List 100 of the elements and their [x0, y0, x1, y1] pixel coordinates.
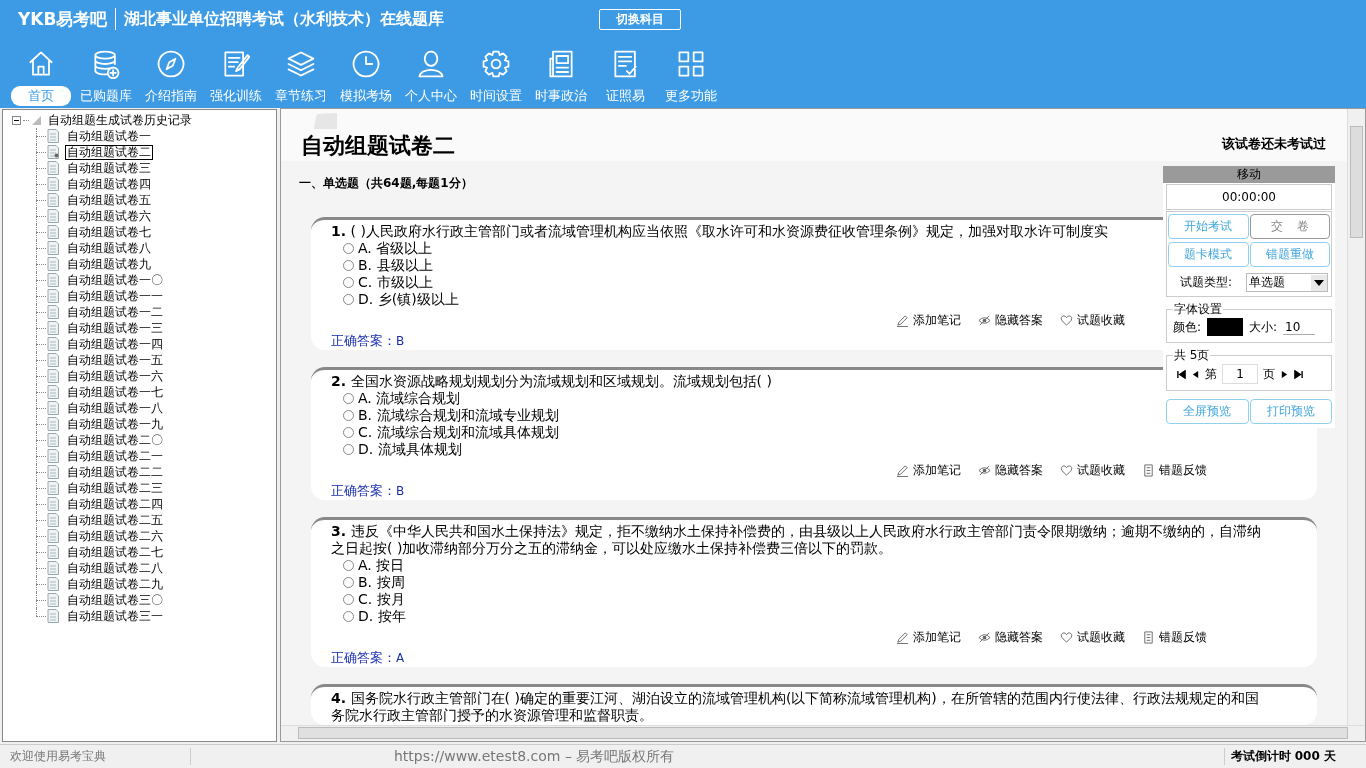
question-action-link[interactable]: 隐藏答案	[978, 462, 1043, 479]
tree-item[interactable]: 自动组题试卷九	[65, 256, 153, 272]
first-page-icon[interactable]	[1177, 369, 1186, 379]
tree-item[interactable]: 自动组题试卷二六	[65, 528, 165, 544]
document-icon	[47, 225, 59, 239]
document-icon	[47, 577, 59, 591]
radio-button[interactable]	[343, 444, 354, 455]
answer-option[interactable]: C. 流域综合规划和流域具体规划	[343, 424, 559, 441]
tree-item[interactable]: 自动组题试卷二	[65, 144, 153, 160]
question-action-link[interactable]: 隐藏答案	[978, 629, 1043, 646]
tree-item[interactable]: 自动组题试卷二四	[65, 496, 165, 512]
radio-button[interactable]	[343, 611, 354, 622]
correct-answer: A	[396, 651, 405, 665]
tree-item[interactable]: 自动组题试卷二三	[65, 480, 165, 496]
tree-item[interactable]: 自动组题试卷二〇	[65, 432, 165, 448]
question-action-link[interactable]: 错题反馈	[1142, 629, 1207, 646]
answer-option[interactable]: A. 按日	[343, 557, 405, 574]
tree-item[interactable]: 自动组题试卷二八	[65, 560, 165, 576]
question-text: 4. 国务院水行政主管部门在( )确定的重要江河、湖泊设立的流域管理机构(以下简称流域管理机构)，在所管辖的范围内行使法律、行政法规规定的和国务院水行政主管部门授予的水资源管理和监督职责。	[331, 690, 1260, 724]
vertical-scrollbar[interactable]	[1347, 109, 1365, 725]
page-number-field[interactable]: 1	[1222, 364, 1258, 384]
tree-item[interactable]: 自动组题生成试卷历史记录	[47, 111, 193, 129]
answer-option[interactable]: C. 按月	[343, 591, 405, 608]
document-icon	[47, 529, 59, 543]
heart-icon	[1060, 631, 1073, 644]
answer-label: 正确答案：	[331, 483, 396, 498]
answer-label: 正确答案：	[331, 333, 396, 348]
tree-item[interactable]: 自动组题试卷一五	[65, 352, 165, 368]
question-action-link[interactable]: 试题收藏	[1060, 462, 1125, 479]
radio-button[interactable]	[343, 410, 354, 421]
horizontal-scrollbar[interactable]	[281, 725, 1365, 741]
answer-option[interactable]: A. 流域综合规划	[343, 390, 461, 407]
previous-page-icon[interactable]	[1191, 369, 1200, 379]
tree-item[interactable]: 自动组题试卷一九	[65, 416, 165, 432]
document-icon	[47, 561, 59, 575]
radio-button[interactable]	[343, 577, 354, 588]
tree-item[interactable]: 自动组题试卷三〇	[65, 592, 165, 608]
radio-button[interactable]	[343, 260, 354, 271]
page-suffix: 页	[1263, 365, 1275, 383]
tree-item[interactable]: 自动组题试卷一八	[65, 400, 165, 416]
question-type-dropdown[interactable]: 单选题	[1246, 273, 1328, 292]
answer-option[interactable]: D. 乡(镇)级以上	[343, 291, 459, 308]
tree-item[interactable]: 自动组题试卷四	[65, 176, 153, 192]
question-text: 1. ( )人民政府水行政主管部门或者流域管理机构应当依照《取水许可和水资源费征收管理条例》规定，加强对取水许可制度实	[331, 223, 1108, 240]
color-swatch[interactable]	[1207, 318, 1244, 336]
tree-item[interactable]: 自动组题试卷一六	[65, 368, 165, 384]
question-action-link[interactable]: 添加笔记	[896, 462, 961, 479]
radio-button[interactable]	[343, 560, 354, 571]
tree-item[interactable]: 自动组题试卷二二	[65, 464, 165, 480]
radio-button[interactable]	[343, 427, 354, 438]
document-icon	[47, 257, 59, 271]
answer-option[interactable]: B. 县级以上	[343, 257, 433, 274]
document-icon	[47, 465, 59, 479]
radio-button[interactable]	[343, 294, 354, 305]
tree-item[interactable]: 自动组题试卷二五	[65, 512, 165, 528]
tree-item[interactable]: 自动组题试卷一二	[65, 304, 165, 320]
tree-item[interactable]: 自动组题试卷三一	[65, 608, 165, 624]
tree-item[interactable]: 自动组题试卷三	[65, 160, 153, 176]
answer-option[interactable]: B. 流域综合规划和流域专业规划	[343, 407, 559, 424]
answer-option[interactable]: C. 市级以上	[343, 274, 433, 291]
tree-item[interactable]: 自动组题试卷一三	[65, 320, 165, 336]
radio-button[interactable]	[343, 277, 354, 288]
tree-item[interactable]: 自动组题试卷八	[65, 240, 153, 256]
move-handle[interactable]: 移动	[1163, 166, 1335, 183]
radio-button[interactable]	[343, 594, 354, 605]
app-title: 湖北事业单位招聘考试（水利技术）在线题库	[124, 8, 445, 30]
radio-button[interactable]	[343, 243, 354, 254]
answer-option[interactable]: A. 省级以上	[343, 240, 433, 257]
document-icon	[47, 273, 59, 287]
tree-item[interactable]: 自动组题试卷一七	[65, 384, 165, 400]
radio-button[interactable]	[343, 393, 354, 404]
question-action-link[interactable]: 错题反馈	[1142, 462, 1207, 479]
tree-item[interactable]: 自动组题试卷六	[65, 208, 153, 224]
question-action-link[interactable]: 试题收藏	[1060, 629, 1125, 646]
collapse-icon[interactable]	[12, 115, 21, 125]
question-text: 2. 全国水资源战略规划规划分为流域规划和区域规划。流域规划包括( )	[331, 373, 772, 390]
tree-item[interactable]: 自动组题试卷二一	[65, 448, 165, 464]
answer-option[interactable]: D. 按年	[343, 608, 406, 625]
question-action-link[interactable]: 隐藏答案	[978, 312, 1043, 329]
font-size-field[interactable]: 10	[1283, 319, 1316, 335]
document-icon	[47, 337, 59, 351]
correct-answer: B	[396, 484, 405, 498]
tree-item[interactable]: 自动组题试卷一四	[65, 336, 165, 352]
tree-item[interactable]: 自动组题试卷七	[65, 224, 153, 240]
answer-option[interactable]: B. 按周	[343, 574, 405, 591]
last-page-icon[interactable]	[1294, 369, 1303, 379]
tree-item[interactable]: 自动组题试卷二九	[65, 576, 165, 592]
question-action-link[interactable]: 添加笔记	[896, 629, 961, 646]
document-icon	[1142, 631, 1155, 644]
tree-item[interactable]: 自动组题试卷二七	[65, 544, 165, 560]
pencil-icon	[896, 314, 909, 327]
eye-icon	[978, 464, 991, 477]
answer-option[interactable]: D. 流域具体规划	[343, 441, 462, 458]
question-action-link[interactable]: 试题收藏	[1060, 312, 1125, 329]
tree-item[interactable]: 自动组题试卷一〇	[65, 272, 165, 288]
tree-item[interactable]: 自动组题试卷一一	[65, 288, 165, 304]
tree-item[interactable]: 自动组题试卷一	[65, 128, 153, 144]
question-action-link[interactable]: 添加笔记	[896, 312, 961, 329]
next-page-icon[interactable]	[1280, 369, 1289, 379]
tree-item[interactable]: 自动组题试卷五	[65, 192, 153, 208]
